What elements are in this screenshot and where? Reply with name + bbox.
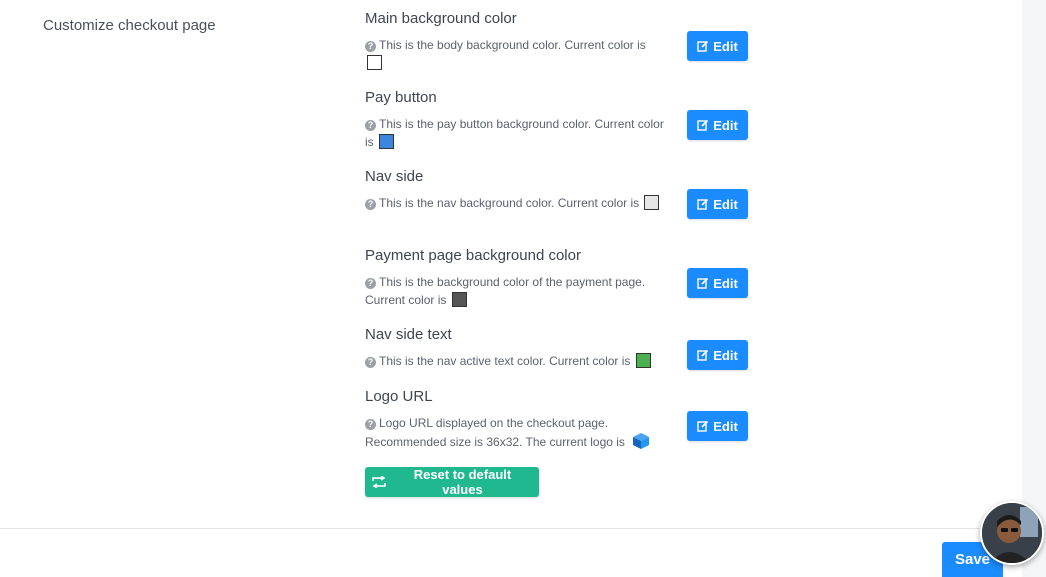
- setting-label: Payment page background color: [365, 247, 581, 264]
- edit-label: Edit: [713, 275, 738, 291]
- setting-label: Logo URL: [365, 388, 433, 405]
- setting-label: Pay button: [365, 89, 437, 106]
- edit-payment-page-background-color-button[interactable]: Edit: [687, 268, 748, 298]
- setting-label: Nav side: [365, 168, 424, 185]
- setting-nav-side-text: Nav side text ? This is the nav active te…: [365, 326, 785, 370]
- edit-icon: [697, 277, 709, 289]
- color-swatch: [379, 134, 395, 149]
- setting-nav-side: Nav side ? This is the nav background col…: [365, 168, 785, 219]
- reset-to-default-button[interactable]: Reset to default values: [365, 467, 539, 497]
- help-icon: ?: [365, 199, 376, 210]
- color-swatch: [644, 195, 660, 210]
- edit-label: Edit: [713, 38, 738, 54]
- color-swatch: [635, 353, 651, 368]
- edit-icon: [697, 119, 709, 131]
- edit-icon: [697, 420, 709, 432]
- edit-pay-button-button[interactable]: Edit: [687, 110, 748, 140]
- setting-pay-button: Pay button ? This is the pay button backg…: [365, 89, 785, 149]
- edit-main-background-color-button[interactable]: Edit: [687, 31, 748, 61]
- edit-icon: [697, 198, 709, 210]
- setting-payment-page-background-color: Payment page background color ? This is t…: [365, 247, 785, 307]
- edit-icon: [697, 349, 709, 361]
- reset-icon: [372, 476, 386, 488]
- right-scroll-rail: [1022, 0, 1046, 577]
- setting-main-background-color: Main background color ? This is the body …: [365, 10, 785, 70]
- edit-label: Edit: [713, 418, 738, 434]
- avatar-image: [982, 503, 1042, 563]
- setting-description-text: This is the background color of the paym…: [365, 275, 646, 307]
- help-icon: ?: [365, 357, 376, 368]
- help-icon: ?: [365, 120, 376, 131]
- edit-label: Edit: [713, 117, 738, 133]
- edit-label: Edit: [713, 347, 738, 363]
- cube-logo-icon: [633, 433, 650, 449]
- help-icon: ?: [365, 419, 376, 430]
- setting-description-text: This is the nav active text color. Curre…: [379, 354, 631, 368]
- section-title: Customize checkout page: [43, 17, 216, 34]
- help-icon: ?: [365, 41, 376, 52]
- setting-description: ? This is the nav active text color. Curr…: [365, 352, 675, 370]
- help-icon: ?: [365, 278, 376, 289]
- setting-label: Main background color: [365, 10, 517, 27]
- setting-description-text: This is the nav background color. Curren…: [379, 196, 640, 210]
- setting-description-text: Logo URL displayed on the checkout page.…: [365, 416, 625, 449]
- reset-label: Reset to default values: [413, 467, 512, 497]
- edit-logo-url-button[interactable]: Edit: [687, 411, 748, 441]
- setting-description: ? This is the background color of the pay…: [365, 273, 665, 309]
- setting-logo-url: Logo URL ? Logo URL displayed on the chec…: [365, 388, 785, 449]
- edit-nav-side-text-button[interactable]: Edit: [687, 340, 748, 370]
- setting-description-text: This is the body background color. Curre…: [379, 38, 646, 52]
- edit-nav-side-button[interactable]: Edit: [687, 189, 748, 219]
- color-swatch: [367, 55, 382, 70]
- support-avatar[interactable]: [980, 501, 1044, 565]
- setting-description: ? Logo URL displayed on the checkout page…: [365, 414, 665, 451]
- setting-description-text: This is the pay button background color.…: [365, 117, 664, 149]
- setting-description: ? This is the body background color. Curr…: [365, 36, 665, 72]
- edit-label: Edit: [713, 196, 738, 212]
- setting-description: ? This is the nav background color. Curre…: [365, 194, 665, 212]
- setting-description: ? This is the pay button background color…: [365, 115, 665, 151]
- footer-divider: [0, 528, 1046, 529]
- color-swatch: [451, 292, 467, 307]
- edit-icon: [697, 40, 709, 52]
